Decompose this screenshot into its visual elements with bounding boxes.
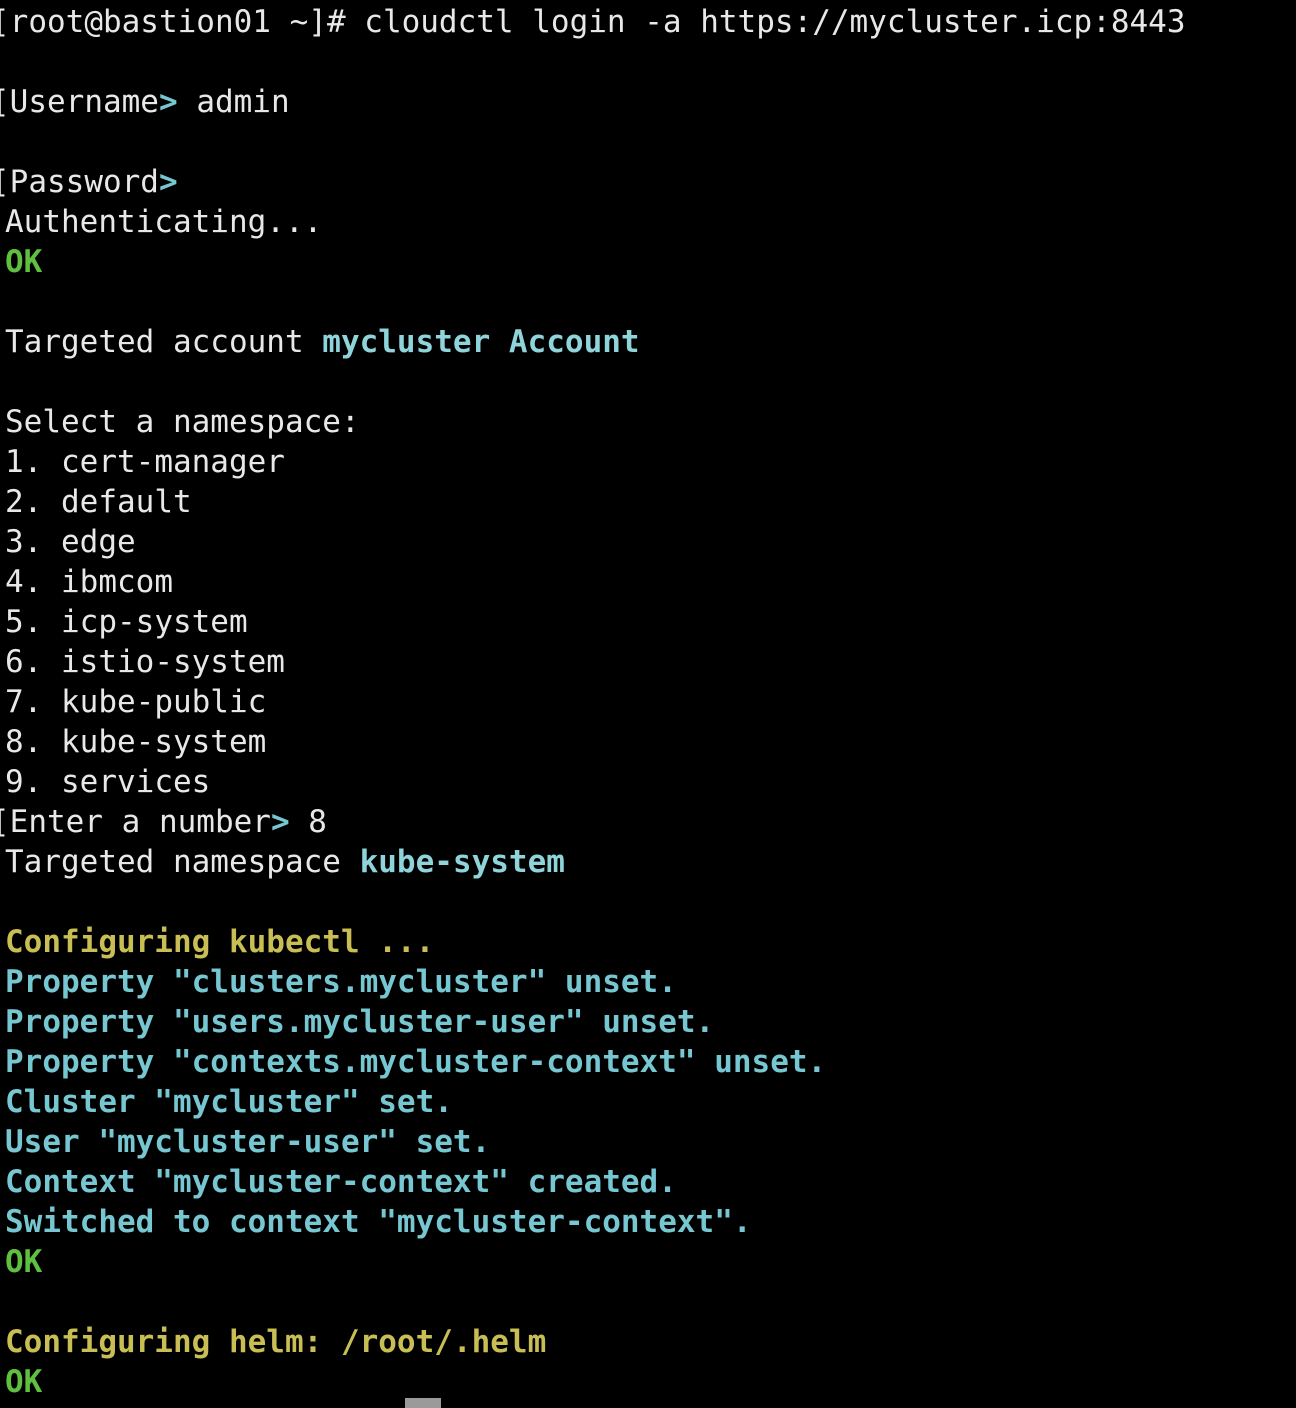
namespace-option-1[interactable]: 1. cert-manager xyxy=(5,442,285,482)
terminal-line-password: [Password> xyxy=(0,162,178,202)
namespace-name: cert-manager xyxy=(61,444,285,480)
authenticating-text: Authenticating... xyxy=(5,204,323,240)
terminal-line-user-set: User "mycluster-user" set. xyxy=(5,1122,490,1162)
namespace-name: icp-system xyxy=(61,604,248,640)
namespace-index: 8. xyxy=(5,724,43,760)
namespace-option-3[interactable]: 3. edge xyxy=(5,522,136,562)
status-ok-kubectl: OK xyxy=(5,1244,43,1280)
namespace-spacer xyxy=(42,644,61,680)
prompt-arrow-icon: > xyxy=(158,164,178,200)
namespace-index: 6. xyxy=(5,644,43,680)
property-clusters-text: Property "clusters.mycluster" unset. xyxy=(5,964,677,1000)
terminal-line-enter-number: [Enter a number> 8 xyxy=(0,802,327,842)
namespace-name: istio-system xyxy=(61,644,285,680)
terminal-line-authenticating: Authenticating... xyxy=(5,202,322,242)
namespace-spacer xyxy=(42,484,61,520)
terminal-line-ok-auth: OK xyxy=(5,242,42,282)
terminal-line-username: [Username> admin xyxy=(0,82,290,122)
namespace-index: 4. xyxy=(5,564,43,600)
property-contexts-text: Property "contexts.mycluster-context" un… xyxy=(5,1044,827,1080)
prompt-arrow-icon: > xyxy=(158,84,178,120)
namespace-name: ibmcom xyxy=(61,564,173,600)
terminal-line-targeted-namespace: Targeted namespace kube-system xyxy=(5,842,565,882)
password-label: [Password xyxy=(0,164,159,200)
status-ok-helm: OK xyxy=(5,1364,43,1400)
shell-prompt: [root@bastion01 ~]# xyxy=(0,4,365,40)
namespace-spacer xyxy=(42,524,61,560)
terminal-line-configuring-helm: Configuring helm: /root/.helm xyxy=(5,1322,546,1362)
configuring-helm-text: Configuring helm: /root/.helm xyxy=(5,1324,547,1360)
switched-context-text: Switched to context "mycluster-context". xyxy=(5,1204,752,1240)
terminal-line-switched-context: Switched to context "mycluster-context". xyxy=(5,1202,752,1242)
terminal-line-targeted-account: Targeted account mycluster Account xyxy=(5,322,640,362)
cluster-set-text: Cluster "mycluster" set. xyxy=(5,1084,453,1120)
namespace-index: 1. xyxy=(5,444,43,480)
terminal-line-property-contexts: Property "contexts.mycluster-context" un… xyxy=(5,1042,826,1082)
enter-number-value: 8 xyxy=(289,804,327,840)
namespace-spacer xyxy=(42,444,61,480)
namespace-spacer xyxy=(42,724,61,760)
namespace-index: 5. xyxy=(5,604,43,640)
targeted-account-label: Targeted account xyxy=(5,324,323,360)
terminal-line-cluster-set: Cluster "mycluster" set. xyxy=(5,1082,453,1122)
terminal-line-configuring-kubectl: Configuring kubectl ... xyxy=(5,922,434,962)
namespace-option-5[interactable]: 5. icp-system xyxy=(5,602,248,642)
select-namespace-prompt: Select a namespace: xyxy=(5,404,360,440)
namespace-spacer xyxy=(42,564,61,600)
namespace-index: 3. xyxy=(5,524,43,560)
namespace-option-8[interactable]: 8. kube-system xyxy=(5,722,266,762)
property-users-text: Property "users.mycluster-user" unset. xyxy=(5,1004,715,1040)
username-value: admin xyxy=(177,84,290,120)
prompt-arrow-icon: > xyxy=(270,804,290,840)
namespace-index: 7. xyxy=(5,684,43,720)
terminal-line-select-namespace: Select a namespace: xyxy=(5,402,360,442)
namespace-spacer xyxy=(42,684,61,720)
context-created-text: Context "mycluster-context" created. xyxy=(5,1164,677,1200)
namespace-index: 9. xyxy=(5,764,43,800)
namespace-option-7[interactable]: 7. kube-public xyxy=(5,682,266,722)
enter-number-label: [Enter a number xyxy=(0,804,271,840)
namespace-index: 2. xyxy=(5,484,43,520)
terminal-line-property-users: Property "users.mycluster-user" unset. xyxy=(5,1002,714,1042)
namespace-option-4[interactable]: 4. ibmcom xyxy=(5,562,173,602)
terminal-cursor xyxy=(405,1398,441,1408)
namespace-spacer xyxy=(42,604,61,640)
targeted-namespace-value: kube-system xyxy=(359,844,565,880)
namespace-option-6[interactable]: 6. istio-system xyxy=(5,642,285,682)
namespace-name: kube-public xyxy=(61,684,267,720)
terminal-line-ok-kubectl: OK xyxy=(5,1242,42,1282)
namespace-name: services xyxy=(61,764,211,800)
namespace-name: edge xyxy=(61,524,136,560)
status-ok-auth: OK xyxy=(5,244,43,280)
targeted-namespace-label: Targeted namespace xyxy=(5,844,360,880)
namespace-name: default xyxy=(61,484,192,520)
targeted-account-value: mycluster Account xyxy=(322,324,640,360)
terminal-window[interactable]: [root@bastion01 ~]# cloudctl login -a ht… xyxy=(0,0,1296,1408)
namespace-option-9[interactable]: 9. services xyxy=(5,762,210,802)
username-label: [Username xyxy=(0,84,159,120)
user-set-text: User "mycluster-user" set. xyxy=(5,1124,491,1160)
namespace-option-2[interactable]: 2. default xyxy=(5,482,192,522)
namespace-spacer xyxy=(42,764,61,800)
command-text: cloudctl login -a https://mycluster.icp:… xyxy=(364,4,1186,40)
terminal-line-command: [root@bastion01 ~]# cloudctl login -a ht… xyxy=(0,2,1185,42)
terminal-line-property-clusters: Property "clusters.mycluster" unset. xyxy=(5,962,677,1002)
terminal-line-context-created: Context "mycluster-context" created. xyxy=(5,1162,677,1202)
namespace-name: kube-system xyxy=(61,724,267,760)
terminal-line-ok-helm: OK xyxy=(5,1362,42,1402)
configuring-kubectl-text: Configuring kubectl ... xyxy=(5,924,435,960)
